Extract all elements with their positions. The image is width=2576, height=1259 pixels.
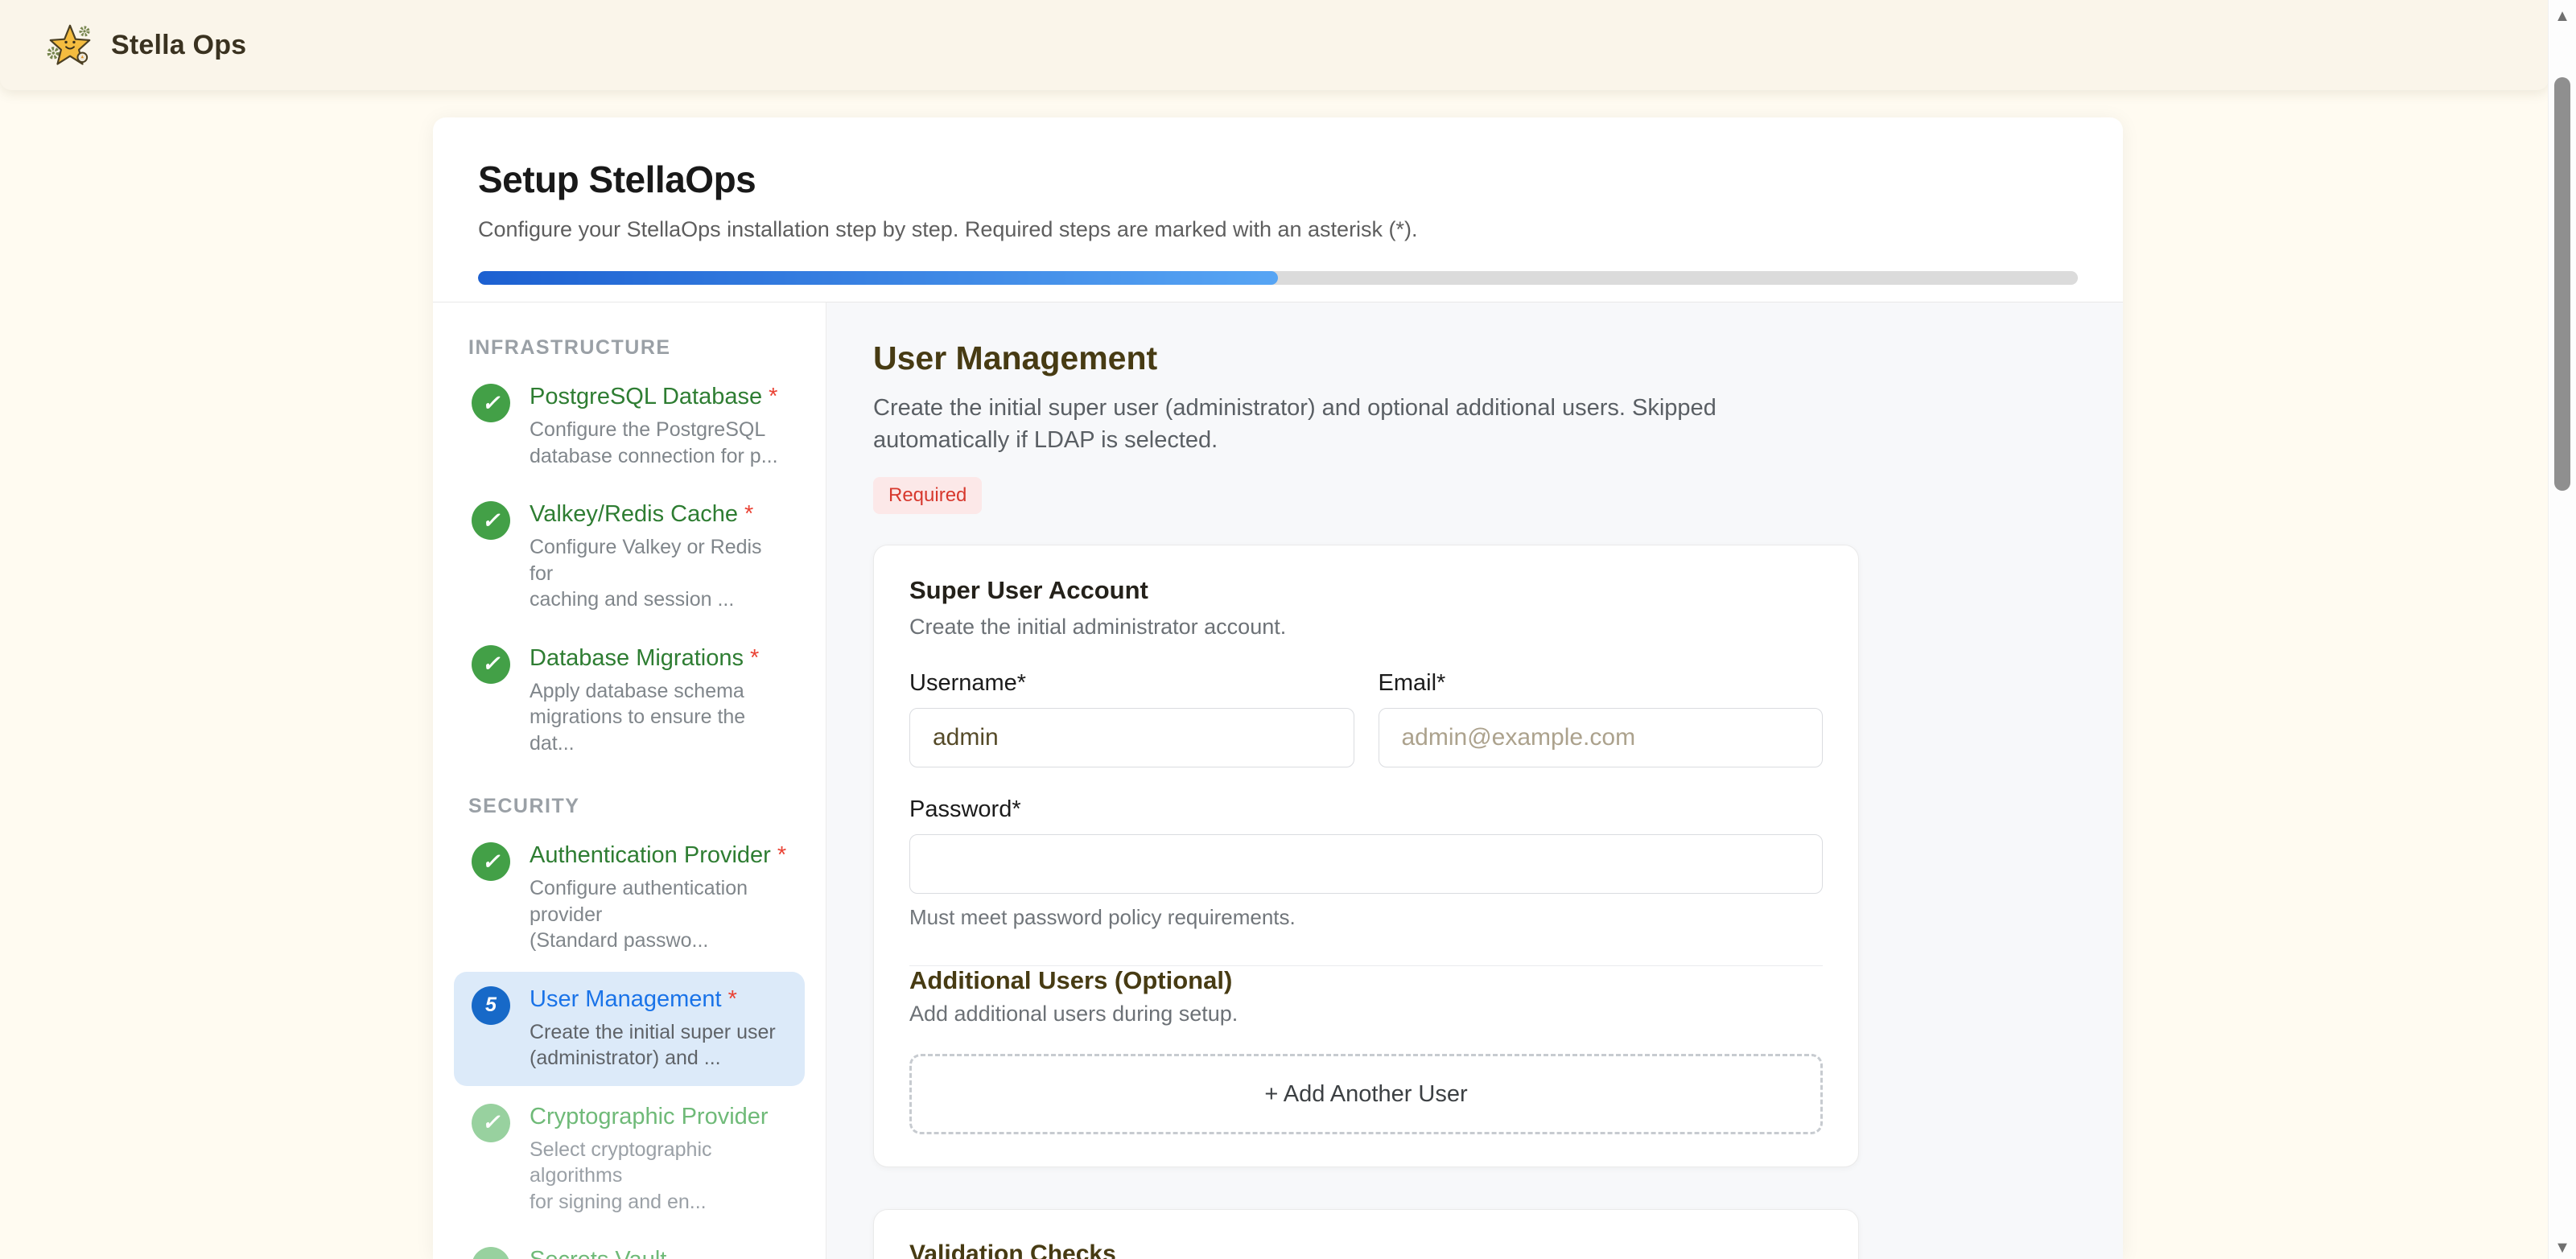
email-label: Email* [1379, 670, 1824, 697]
brand-name: Stella Ops [111, 30, 246, 61]
add-another-user-button[interactable]: + Add Another User [909, 1054, 1823, 1134]
check-circle-icon: ✓ [472, 501, 510, 540]
card-subtitle: Create the initial administrator account… [909, 615, 1823, 640]
step-description: Apply database schema migrations to ensu… [530, 678, 787, 757]
required-asterisk: * [777, 842, 786, 868]
scroll-up-arrow-icon[interactable]: ▲ [2549, 8, 2576, 24]
check-circle-icon: ✓ [472, 842, 510, 881]
scroll-down-arrow-icon[interactable]: ▼ [2549, 1240, 2576, 1256]
validation-checks-card: Validation Checks exists Check passed [873, 1209, 1859, 1259]
step-description: Configure the PostgreSQL database connec… [530, 417, 778, 469]
steps-sidebar: INFRASTRUCTURE ✓ PostgreSQL Database* Co… [433, 302, 826, 1259]
password-hint: Must meet password policy requirements. [909, 905, 1823, 930]
step-description: Configure authentication provider (Stand… [530, 875, 787, 954]
check-circle-icon: ✓ [472, 645, 510, 684]
additional-users-subtitle: Add additional users during setup. [909, 1002, 1823, 1027]
check-circle-icon: ✓ [472, 1247, 510, 1259]
sidebar-step-cryptographic-provider[interactable]: ✓ Cryptographic Provider Select cryptogr… [454, 1089, 805, 1230]
required-asterisk: * [744, 501, 753, 527]
sidebar-step-database-migrations[interactable]: ✓ Database Migrations* Apply database sc… [454, 631, 805, 771]
step-description: Select cryptographic algorithms for sign… [530, 1137, 787, 1216]
page-title: Setup StellaOps [478, 158, 2078, 201]
required-asterisk: * [750, 645, 759, 671]
super-user-account-card: Super User Account Create the initial ad… [873, 545, 1859, 1167]
stellaops-logo [47, 23, 93, 67]
step-title: Secrets Vault [530, 1247, 781, 1259]
scrollbar-thumb[interactable] [2554, 77, 2570, 491]
setup-progress-bar [478, 271, 2078, 285]
username-input[interactable] [909, 708, 1354, 767]
sidebar-step-authentication-provider[interactable]: ✓ Authentication Provider* Configure aut… [454, 828, 805, 969]
check-circle-icon: ✓ [472, 1104, 510, 1142]
step-title: Database Migrations* [530, 645, 787, 672]
setup-progress-fill [478, 271, 1278, 285]
wizard-header: Setup StellaOps Configure your StellaOps… [433, 117, 2123, 302]
username-label: Username* [909, 670, 1354, 697]
setup-wizard-card: Setup StellaOps Configure your StellaOps… [433, 117, 2123, 1259]
sidebar-step-valkey-redis-cache[interactable]: ✓ Valkey/Redis Cache* Configure Valkey o… [454, 487, 805, 627]
step-number-badge: 5 [472, 986, 510, 1025]
sidebar-step-postgresql-database[interactable]: ✓ PostgreSQL Database* Configure the Pos… [454, 369, 805, 483]
step-description: Create the initial super user (administr… [530, 1019, 776, 1072]
page-subtitle: Configure your StellaOps installation st… [478, 217, 2078, 242]
required-badge: Required [873, 477, 982, 514]
email-input[interactable] [1379, 708, 1824, 767]
check-circle-icon: ✓ [472, 384, 510, 422]
step-heading: User Management [873, 339, 2123, 377]
required-asterisk: * [728, 986, 737, 1012]
section-label-security: SECURITY [468, 795, 826, 818]
step-title: PostgreSQL Database* [530, 384, 778, 410]
top-app-bar: Stella Ops [0, 0, 2549, 90]
step-title: Authentication Provider* [530, 842, 787, 869]
card-title: Validation Checks [909, 1240, 1823, 1259]
vertical-scrollbar[interactable]: ▲ ▼ [2548, 0, 2576, 1259]
sidebar-step-user-management[interactable]: 5 User Management* Create the initial su… [454, 972, 805, 1086]
section-label-infrastructure: INFRASTRUCTURE [468, 336, 826, 360]
required-asterisk: * [769, 384, 777, 409]
card-title: Super User Account [909, 576, 1823, 605]
step-description: Configure Valkey or Redis for caching an… [530, 534, 787, 613]
step-title: Cryptographic Provider [530, 1104, 787, 1130]
sidebar-step-secrets-vault[interactable]: ✓ Secrets Vault Configure a secrets vaul… [454, 1232, 805, 1259]
password-input[interactable] [909, 834, 1823, 894]
additional-users-title: Additional Users (Optional) [909, 966, 1823, 995]
password-label: Password* [909, 796, 1823, 823]
step-title: Valkey/Redis Cache* [530, 501, 787, 528]
step-description-text: Create the initial super user (administr… [873, 392, 1847, 456]
step-content-panel: User Management Create the initial super… [826, 302, 2123, 1259]
step-title: User Management* [530, 986, 776, 1013]
